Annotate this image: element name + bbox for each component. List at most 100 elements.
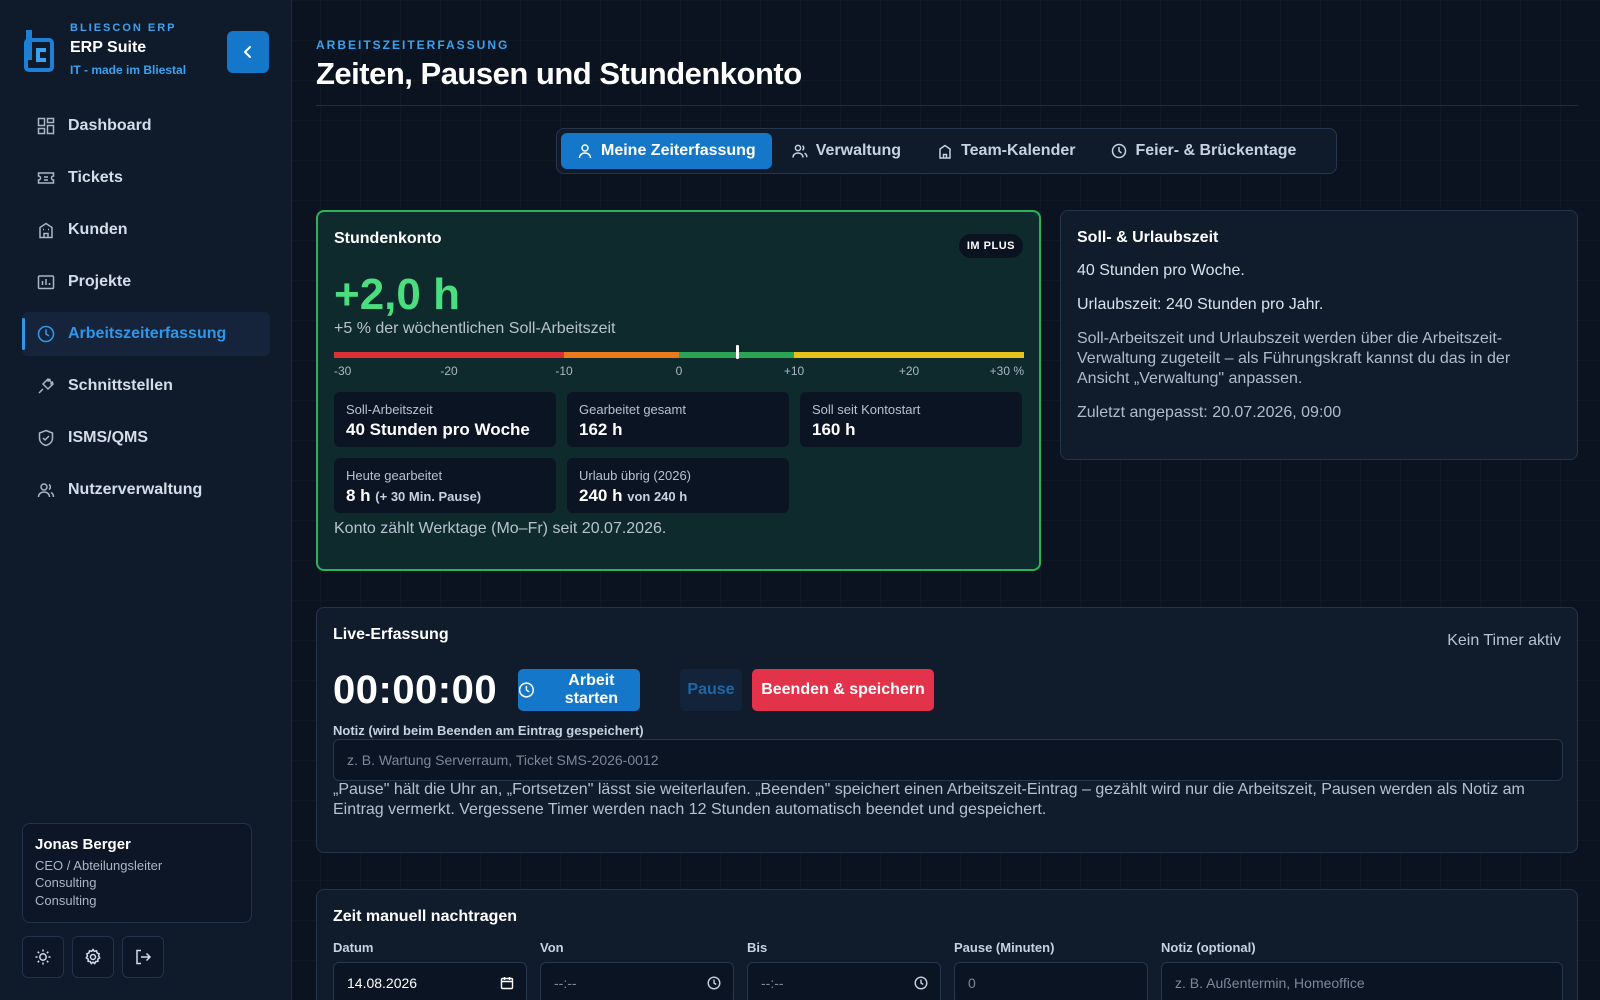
plug-icon [36, 376, 56, 396]
user-name: Jonas Berger [35, 836, 131, 853]
stat-value: 240 h von 240 h [579, 486, 777, 506]
tab-label: Feier- & Brückentage [1135, 142, 1297, 159]
clock-icon [707, 976, 721, 990]
sidebar-item-label: Kunden [68, 221, 128, 238]
note-optional-input[interactable]: z. B. Außentermin, Homeoffice [1161, 962, 1563, 1000]
tab-label: Verwaltung [815, 142, 902, 159]
from-field-label: Von [540, 940, 564, 955]
gauge-tick: +20 [898, 364, 920, 378]
sidebar-item-label: Schnittstellen [68, 377, 173, 394]
user-department: Consulting [35, 875, 97, 890]
brand-tagline: IT - made im Bliestal [70, 63, 187, 77]
user-icon [577, 143, 593, 159]
user-card[interactable]: Jonas Berger CEO / Abteilungsleiter Cons… [22, 823, 252, 923]
sidebar-item-projekte[interactable]: Projekte [22, 260, 270, 304]
sidebar-item-label: Nutzerverwaltung [68, 481, 203, 498]
live-erfassung-card: Live-Erfassung Kein Timer aktiv 00:00:00… [316, 607, 1578, 853]
stat-label: Heute gearbeitet [346, 468, 443, 483]
stop-and-save-button[interactable]: Beenden & speichern [752, 669, 934, 711]
tab-meine-zeiterfassung[interactable]: Meine Zeiterfassung [561, 133, 772, 169]
stat-soll-seit-kontostart: Soll seit Kontostart 160 h [800, 392, 1022, 447]
to-placeholder: --:-- [761, 975, 784, 991]
pause-button[interactable]: Pause [680, 669, 742, 711]
tab-label: Meine Zeiterfassung [601, 142, 756, 159]
sidebar-item-kunden[interactable]: Kunden [22, 208, 270, 252]
stat-label: Soll-Arbeitszeit [346, 402, 433, 417]
stat-value-main: 240 h [579, 486, 623, 505]
sidebar-item-isms-qms[interactable]: ISMS/QMS [22, 416, 270, 460]
sidebar: BLIESCON ERP ERP Suite IT - made im Blie… [0, 0, 292, 1000]
brand-name: ERP Suite [70, 39, 147, 56]
stat-value: 162 h [579, 420, 623, 439]
balance-value: +2,0 h [334, 270, 460, 319]
last-modified-text: Zuletzt angepasst: 20.07.2026, 09:00 [1077, 404, 1342, 421]
stat-soll-arbeitszeit: Soll-Arbeitszeit 40 Stunden pro Woche [334, 392, 556, 447]
timer-display: 00:00:00 [333, 668, 498, 712]
calendar-icon [500, 977, 514, 990]
card-title: Live-Erfassung [333, 626, 449, 643]
logout-icon [136, 949, 152, 965]
collapse-sidebar-button[interactable] [227, 31, 269, 73]
sidebar-item-nutzerverwaltung[interactable]: Nutzerverwaltung [22, 468, 270, 512]
clock-icon [36, 324, 56, 344]
account-footnote: Konto zählt Werktage (Mo–Fr) seit 20.07.… [334, 520, 667, 537]
info-text: Soll-Arbeitszeit und Urlaubszeit werden … [1077, 330, 1511, 387]
date-value: 14.08.2026 [347, 975, 418, 991]
tab-feier-brueckentage[interactable]: Feier- & Brückentage [1095, 133, 1312, 169]
sidebar-item-tickets[interactable]: Tickets [22, 156, 270, 200]
note-input[interactable]: z. B. Wartung Serverraum, Ticket SMS-202… [333, 739, 1563, 781]
stat-heute-gearbeitet: Heute gearbeitet 8 h (+ 30 Min. Pause) [334, 458, 556, 513]
date-input[interactable]: 14.08.2026 [333, 962, 527, 1000]
dashboard-icon [36, 116, 56, 136]
card-title: Zeit manuell nachtragen [333, 908, 518, 925]
settings-button[interactable] [72, 936, 114, 978]
theme-toggle-button[interactable] [22, 936, 64, 978]
sidebar-item-schnittstellen[interactable]: Schnittstellen [22, 364, 270, 408]
to-time-input[interactable]: --:-- [747, 962, 941, 1000]
user-role: CEO / Abteilungsleiter [35, 858, 163, 873]
stat-gearbeitet-gesamt: Gearbeitet gesamt 162 h [567, 392, 789, 447]
sidebar-item-arbeitszeiterfassung[interactable]: Arbeitszeiterfassung [22, 312, 270, 356]
note-optional-field-label: Notiz (optional) [1161, 940, 1256, 955]
pause-minutes-input[interactable]: 0 [954, 962, 1148, 1000]
stat-value: 160 h [812, 420, 856, 439]
shield-check-icon [36, 428, 56, 448]
to-field-label: Bis [747, 940, 768, 955]
stat-value-suffix: (+ 30 Min. Pause) [375, 489, 482, 504]
page-kicker: ARBEITSZEITERFASSUNG [316, 38, 510, 52]
brand-kicker: BLIESCON ERP [70, 22, 177, 34]
gauge-tick: -20 [440, 364, 458, 378]
sidebar-nav: Dashboard Tickets Kunden Projekte Arbeit… [22, 104, 270, 520]
gauge-segment-orange [564, 352, 679, 358]
gauge-tick: +30 % [989, 364, 1024, 378]
gauge-tick: -30 [334, 364, 352, 378]
gear-icon [85, 948, 101, 965]
stat-urlaub-uebrig: Urlaub übrig (2026) 240 h von 240 h [567, 458, 789, 513]
stat-value-suffix: von 240 h [627, 489, 688, 504]
tab-bar: Meine Zeiterfassung Verwaltung Team-Kale… [556, 128, 1337, 174]
sidebar-item-dashboard[interactable]: Dashboard [22, 104, 270, 148]
stat-label: Urlaub übrig (2026) [579, 468, 692, 483]
tab-verwaltung[interactable]: Verwaltung [776, 133, 917, 169]
gauge-marker [735, 345, 739, 359]
tab-label: Team-Kalender [961, 142, 1076, 159]
sun-icon [35, 949, 51, 965]
start-work-button[interactable]: Arbeit starten [518, 669, 640, 711]
from-time-input[interactable]: --:-- [540, 962, 734, 1000]
clock-icon [1111, 143, 1127, 159]
tab-team-kalender[interactable]: Team-Kalender [921, 133, 1091, 169]
gauge-segment-yellow [794, 352, 1024, 358]
stundenkonto-card: Stundenkonto IM PLUS +2,0 h +5 % der wöc… [316, 210, 1041, 571]
stat-value-main: 8 h [346, 486, 371, 505]
gauge-tick: 0 [675, 364, 683, 378]
user-department: Consulting [35, 893, 97, 908]
stat-label: Soll seit Kontostart [812, 402, 921, 417]
weekly-hours-text: 40 Stunden pro Woche. [1077, 262, 1245, 279]
help-text: „Pause" hält die Uhr an, „Fortsetzen" lä… [333, 781, 1525, 818]
gauge-tick-labels: -30 -20 -10 0 +10 +20 +30 % [334, 364, 1024, 378]
project-icon [36, 272, 56, 292]
logout-button[interactable] [122, 936, 164, 978]
date-field-label: Datum [333, 940, 374, 955]
main-content: ARBEITSZEITERFASSUNG Zeiten, Pausen und … [316, 0, 1578, 1000]
from-placeholder: --:-- [554, 975, 577, 991]
